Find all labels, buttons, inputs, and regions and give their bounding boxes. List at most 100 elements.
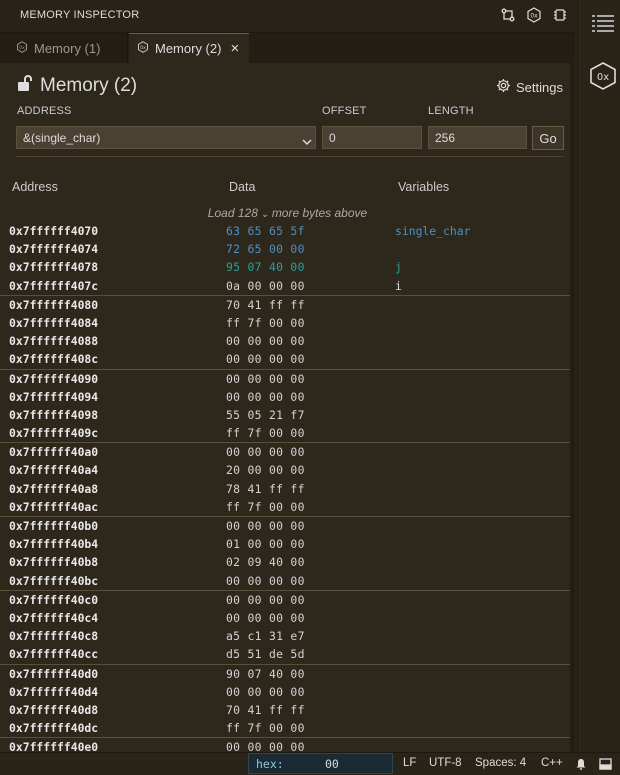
table-row: 0x7ffffff4080 70 41 ff ff — [0, 296, 572, 314]
table-row: 0x7ffffff407c 0a 00 00 00 i — [0, 277, 572, 296]
row-bytes[interactable]: 02 09 40 00 — [226, 555, 305, 569]
row-bytes[interactable]: 00 00 00 00 — [226, 611, 305, 625]
memory-heading: Memory (2) — [16, 74, 137, 97]
table-row: 0x7ffffff4090 00 00 00 00 — [0, 370, 572, 388]
unlock-icon[interactable] — [16, 74, 34, 97]
hex-icon: 0x — [16, 40, 28, 56]
row-bytes[interactable]: ff 7f 00 00 — [226, 316, 305, 330]
tab-memory-1[interactable]: 0x Memory (1) — [0, 33, 128, 63]
row-bytes[interactable]: 72 65 00 00 — [226, 242, 305, 256]
offset-input[interactable] — [322, 126, 422, 149]
row-bytes[interactable]: d5 51 de 5d — [226, 647, 305, 661]
table-row: 0x7ffffff40d4 00 00 00 00 — [0, 683, 572, 701]
row-bytes[interactable]: 00 00 00 00 — [226, 574, 305, 588]
row-bytes[interactable]: ff 7f 00 00 — [226, 500, 305, 514]
row-bytes[interactable]: 63 65 65 5f — [226, 224, 305, 238]
table-row: 0x7ffffff4084 ff 7f 00 00 — [0, 314, 572, 332]
hex-label: hex: — [256, 757, 284, 771]
row-bytes[interactable]: 00 00 00 00 — [226, 352, 305, 366]
row-bytes[interactable]: 0a 00 00 00 — [226, 279, 305, 293]
row-address: 0x7ffffff408c — [9, 352, 99, 367]
row-address: 0x7ffffff40d0 — [9, 666, 99, 681]
row-variable[interactable]: j — [395, 260, 402, 274]
length-input[interactable] — [428, 126, 527, 149]
address-label: ADDRESS — [17, 105, 72, 117]
row-address: 0x7ffffff40a4 — [9, 463, 99, 478]
row-bytes[interactable]: ff 7f 00 00 — [226, 721, 305, 735]
row-bytes[interactable]: 20 00 00 00 — [226, 463, 305, 477]
table-row: 0x7ffffff40ac ff 7f 00 00 — [0, 498, 572, 517]
svg-text:0x: 0x — [140, 45, 146, 51]
row-address: 0x7ffffff40cc — [9, 647, 99, 662]
vertical-scrollbar[interactable] — [570, 33, 575, 774]
row-address: 0x7ffffff407c — [9, 278, 99, 293]
row-bytes[interactable]: 00 00 00 00 — [226, 390, 305, 404]
row-bytes[interactable]: ff 7f 00 00 — [226, 426, 305, 440]
row-address: 0x7ffffff40b0 — [9, 519, 99, 533]
row-bytes[interactable]: a5 c1 31 e7 — [226, 629, 305, 643]
status-indent[interactable]: Spaces: 4 — [475, 757, 526, 769]
row-address: 0x7ffffff4080 — [9, 297, 99, 312]
length-label: LENGTH — [428, 105, 474, 117]
row-bytes[interactable]: 00 00 00 00 — [226, 519, 305, 533]
table-row: 0x7ffffff40b8 02 09 40 00 — [0, 553, 572, 571]
hex-icon[interactable]: 0x — [525, 6, 543, 24]
row-bytes[interactable]: 90 07 40 00 — [226, 667, 305, 681]
row-address: 0x7ffffff4074 — [9, 242, 99, 257]
hex-icon[interactable]: 0x — [590, 62, 616, 95]
row-bytes[interactable]: 70 41 ff ff — [226, 298, 305, 312]
table-row: 0x7ffffff40c8 a5 c1 31 e7 — [0, 627, 572, 645]
table-row: 0x7ffffff4088 00 00 00 00 — [0, 332, 572, 350]
panel-titlebar: MEMORY INSPECTOR 0x — [0, 0, 575, 33]
offset-label: OFFSET — [322, 105, 367, 117]
chip-icon[interactable] — [551, 6, 569, 24]
split-icon[interactable] — [499, 6, 517, 24]
hex-value: 00 — [325, 757, 339, 771]
status-eol[interactable]: LF — [403, 757, 416, 769]
row-address: 0x7ffffff4098 — [9, 407, 99, 422]
row-bytes[interactable]: 01 00 00 00 — [226, 537, 305, 551]
tab-label: Memory (1) — [34, 40, 101, 56]
bell-icon[interactable] — [575, 758, 587, 773]
row-bytes[interactable]: 00 00 00 00 — [226, 334, 305, 348]
status-language[interactable]: C++ — [541, 757, 563, 769]
row-address: 0x7ffffff40ac — [9, 499, 99, 514]
load-suffix: more bytes above — [271, 206, 368, 220]
address-select[interactable] — [16, 126, 316, 149]
gear-icon — [496, 78, 511, 96]
row-bytes[interactable]: 70 41 ff ff — [226, 703, 305, 717]
page-title: Memory (2) — [40, 74, 138, 96]
row-address: 0x7ffffff4090 — [9, 371, 99, 386]
row-bytes[interactable]: 55 05 21 f7 — [226, 408, 305, 422]
load-count[interactable]: 128 — [238, 206, 258, 220]
chevron-down-icon: ⌄ — [257, 209, 272, 220]
svg-text:0x: 0x — [530, 13, 538, 20]
row-bytes[interactable]: 00 00 00 00 — [226, 593, 305, 607]
status-encoding[interactable]: UTF-8 — [429, 757, 462, 769]
panel-layout-icon[interactable] — [599, 758, 612, 773]
panel-toolbar: 0x — [499, 6, 569, 24]
row-bytes[interactable]: 78 41 ff ff — [226, 482, 305, 496]
form-divider — [16, 156, 564, 157]
svg-text:0x: 0x — [19, 44, 25, 50]
row-bytes[interactable]: 00 00 00 00 — [226, 445, 305, 459]
row-address: 0x7ffffff40c0 — [9, 592, 99, 607]
row-variable[interactable]: single_char — [395, 224, 470, 238]
table-row: 0x7ffffff40a8 78 41 ff ff — [0, 480, 572, 498]
table-row: 0x7ffffff4078 95 07 40 00 j — [0, 258, 572, 276]
tab-memory-2[interactable]: 0x Memory (2) × — [129, 33, 249, 63]
row-address: 0x7ffffff40a8 — [9, 481, 99, 496]
row-bytes[interactable]: 00 00 00 00 — [226, 372, 305, 386]
list-icon[interactable] — [592, 14, 614, 37]
row-variable[interactable]: i — [395, 279, 402, 293]
table-row: 0x7ffffff40a0 00 00 00 00 — [0, 443, 572, 461]
table-row: 0x7ffffff40bc 00 00 00 00 — [0, 572, 572, 591]
load-more-link[interactable]: Load 128 ⌄ more bytes above — [0, 206, 575, 220]
row-bytes[interactable]: 95 07 40 00 — [226, 260, 305, 274]
row-address: 0x7ffffff40a0 — [9, 445, 99, 460]
go-button[interactable]: Go — [532, 126, 564, 150]
settings-button[interactable]: Settings — [496, 78, 563, 96]
close-icon[interactable]: × — [230, 40, 239, 57]
table-row: 0x7ffffff4098 55 05 21 f7 — [0, 406, 572, 424]
row-bytes[interactable]: 00 00 00 00 — [226, 685, 305, 699]
